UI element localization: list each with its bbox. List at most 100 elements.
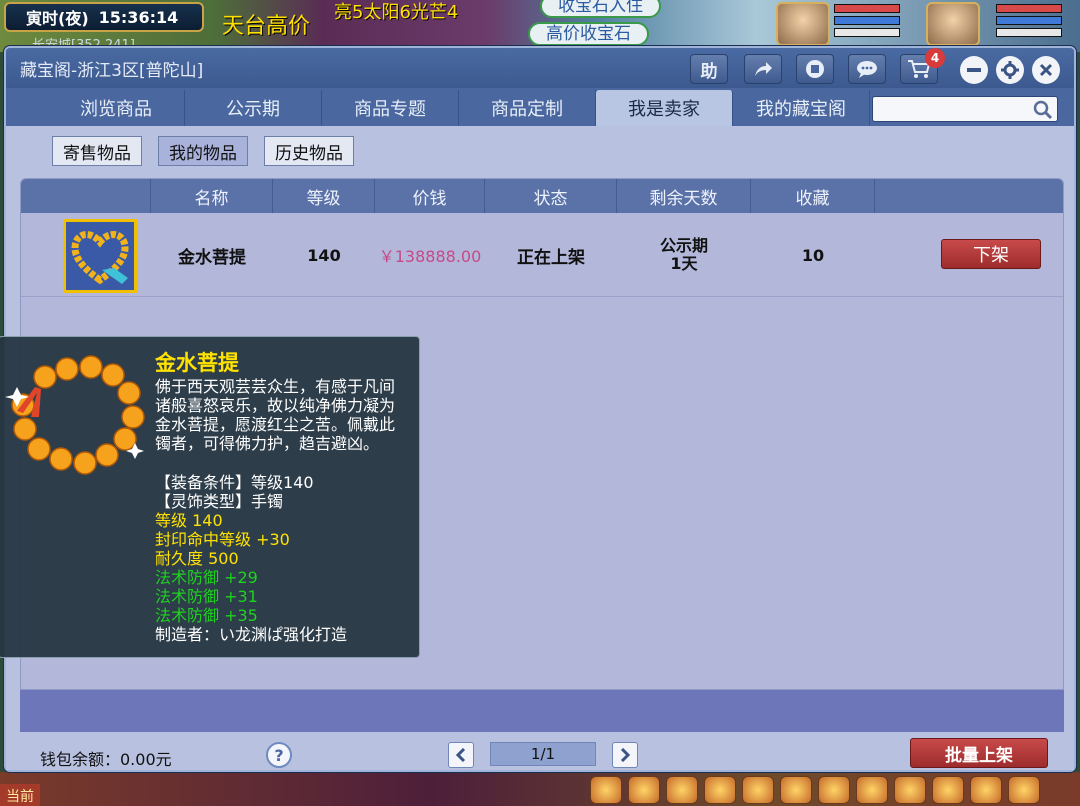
header-price: 价钱 <box>375 179 485 213</box>
player-banner-text: 天台高价 <box>222 14 311 39</box>
subtab-consignment[interactable]: 寄售物品 <box>52 136 142 166</box>
game-hud-top: 寅时(夜) 15:36:14 长安城[352,241] 天台高价 亮5太阳6光芒… <box>0 0 1080 53</box>
shortcut-icon[interactable] <box>704 776 736 804</box>
tooltip-item-name: 金水菩提 <box>155 351 239 375</box>
table-footer-bar <box>20 690 1064 732</box>
stop-icon <box>806 60 824 78</box>
shortcut-icon[interactable] <box>628 776 660 804</box>
window-title: 藏宝阁-浙江3区[普陀山] <box>20 61 204 81</box>
subtab-my-items[interactable]: 我的物品 <box>158 136 248 166</box>
item-tooltip: 金水菩提 佛于西天观芸芸众生，有感于凡间诸般喜怒哀乐，故以纯净佛力凝为金水菩提，… <box>0 336 420 658</box>
header-favorites: 收藏 <box>751 179 875 213</box>
game-clock: 寅时(夜) 15:36:14 <box>4 2 204 32</box>
player-avatar[interactable] <box>926 2 980 46</box>
tooltip-magic-def: 法术防御 +35 <box>155 606 258 625</box>
tab-custom[interactable]: 商品定制 <box>459 90 596 126</box>
shortcut-icon[interactable] <box>818 776 850 804</box>
table-row[interactable]: 金水菩提 140 ￥138888.00 正在上架 公示期 1天 10 下架 <box>21 213 1063 297</box>
bracelet-icon <box>66 222 134 290</box>
item-name: 金水菩提 <box>178 247 246 268</box>
game-shortcut-bar <box>590 776 1040 804</box>
remaining-period: 公示期 <box>659 236 708 255</box>
help-button[interactable]: 助 <box>690 54 728 84</box>
bulk-list-button[interactable]: 批量上架 <box>910 738 1048 768</box>
shortcut-icon[interactable] <box>1008 776 1040 804</box>
settings-button[interactable] <box>996 56 1024 84</box>
page-indicator: 1/1 <box>490 742 596 766</box>
shortcut-icon[interactable] <box>894 776 926 804</box>
close-icon <box>1039 63 1053 77</box>
prev-page-button[interactable] <box>448 742 474 768</box>
shortcut-icon[interactable] <box>590 776 622 804</box>
table-header: 名称 等级 价钱 状态 剩余天数 收藏 <box>21 179 1063 213</box>
tab-my-pavilion[interactable]: 我的藏宝阁 <box>733 90 870 126</box>
tooltip-description: 佛于西天观芸芸众生，有感于凡间诸般喜怒哀乐，故以纯净佛力凝为金水菩提，愿渡红尘之… <box>155 377 396 453</box>
cart-count-badge: 4 <box>925 48 945 68</box>
tooltip-level: 等级 140 <box>155 511 223 530</box>
header-level: 等级 <box>273 179 375 213</box>
gear-icon <box>1001 61 1019 79</box>
chevron-left-icon <box>455 748 466 762</box>
search-input[interactable] <box>873 97 1023 121</box>
item-price: ￥138888.00 <box>378 247 482 266</box>
tooltip-magic-def: 法术防御 +31 <box>155 587 258 606</box>
shortcut-icon[interactable] <box>856 776 888 804</box>
minimize-icon <box>967 68 981 72</box>
window-footer: 钱包余额：0.00元 ? 1/1 批量上架 <box>6 732 1074 770</box>
shortcut-icon[interactable] <box>666 776 698 804</box>
search-icon[interactable] <box>1033 100 1053 120</box>
shortcut-icon[interactable] <box>970 776 1002 804</box>
item-thumbnail[interactable] <box>63 219 137 293</box>
shortcut-icon[interactable] <box>780 776 812 804</box>
window-title-bar[interactable]: 藏宝阁-浙江3区[普陀山] 助 4 <box>6 48 1074 88</box>
player-stall-tag[interactable]: 收宝石入住 <box>540 0 661 18</box>
tooltip-attributes: 【装备条件】等级140 【灵饰类型】手镯 等级 140 封印命中等级 +30 耐… <box>155 473 347 644</box>
remaining-days: 1天 <box>670 254 698 273</box>
wallet-balance: 钱包余额：0.00元 <box>40 750 172 769</box>
header-name: 名称 <box>151 179 273 213</box>
header-image <box>21 179 151 213</box>
header-status: 状态 <box>485 179 617 213</box>
main-tabs: 浏览商品 公示期 商品专题 商品定制 我是卖家 我的藏宝阁 <box>6 88 1074 126</box>
share-icon <box>755 62 772 76</box>
tooltip-equip-req: 【装备条件】等级140 <box>155 473 314 492</box>
pet-avatar[interactable] <box>776 2 830 46</box>
item-favorites: 10 <box>801 245 825 265</box>
tab-public[interactable]: 公示期 <box>185 90 322 126</box>
tooltip-accessory-type: 【灵饰类型】手镯 <box>155 492 284 511</box>
chevron-right-icon <box>620 748 631 762</box>
minimize-button[interactable] <box>960 56 988 84</box>
item-status: 正在上架 <box>517 247 585 268</box>
chat-channel-button[interactable]: 当前 <box>0 784 40 806</box>
next-page-button[interactable] <box>612 742 638 768</box>
share-button[interactable] <box>744 54 782 84</box>
help-icon[interactable]: ? <box>266 742 292 768</box>
delist-button[interactable]: 下架 <box>941 239 1041 269</box>
player-status-bars <box>996 4 1062 40</box>
subtab-history[interactable]: 历史物品 <box>264 136 354 166</box>
close-button[interactable] <box>1032 56 1060 84</box>
shortcut-icon[interactable] <box>742 776 774 804</box>
tab-browse[interactable]: 浏览商品 <box>48 90 185 126</box>
tooltip-durability: 耐久度 500 <box>155 549 239 568</box>
record-button[interactable] <box>796 54 834 84</box>
tab-seller[interactable]: 我是卖家 <box>596 90 733 126</box>
player-stall-tag[interactable]: 高价收宝石 <box>528 22 649 46</box>
pet-status-bars <box>834 4 900 40</box>
game-hud-bottom: 当前 <box>0 772 1080 806</box>
item-remaining: 公示期 1天 <box>617 213 751 297</box>
chat-bubble-icon <box>857 61 877 78</box>
tooltip-seal-hit: 封印命中等级 +30 <box>155 530 290 549</box>
tab-topics[interactable]: 商品专题 <box>322 90 459 126</box>
item-level: 140 <box>307 245 341 265</box>
clock-period: 寅时(夜) <box>26 9 89 28</box>
chat-button[interactable] <box>848 54 886 84</box>
player-banner-subtext: 亮5太阳6光芒4 <box>334 2 459 23</box>
tooltip-maker: 制造者：い龙渊ぱ强化打造 <box>155 625 348 644</box>
tooltip-magic-def: 法术防御 +29 <box>155 568 258 587</box>
bracelet-image-icon <box>5 355 145 475</box>
header-remaining: 剩余天数 <box>617 179 751 213</box>
shortcut-icon[interactable] <box>932 776 964 804</box>
cart-button[interactable]: 4 <box>900 48 945 84</box>
clock-time: 15:36:14 <box>98 7 179 27</box>
